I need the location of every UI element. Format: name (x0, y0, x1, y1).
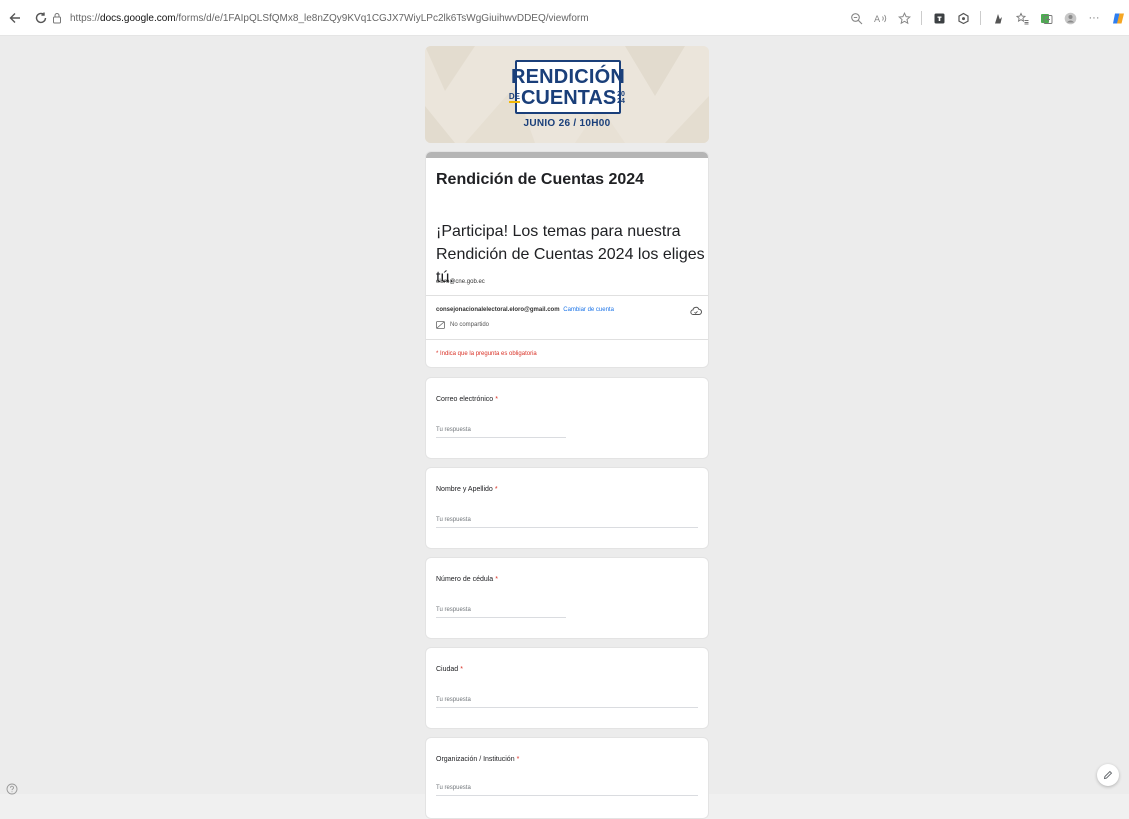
question-card-email: Correo electrónico * Tu respuesta (425, 377, 709, 459)
not-shared-icon (436, 320, 446, 329)
form-header-image: RENDICIÓN DE CUENTAS 20 24 JUNIO 26 / 10… (425, 46, 709, 143)
toolbar-icons: A ··· (849, 8, 1125, 28)
extension-icon-2[interactable] (956, 11, 970, 25)
toolbar-separator (980, 11, 981, 25)
required-star: * (495, 396, 498, 403)
not-shared-status: No compartido (436, 320, 489, 329)
zoom-icon[interactable] (849, 11, 863, 25)
extension-icon-3[interactable] (991, 11, 1005, 25)
url-host: docs.google.com (100, 12, 176, 24)
required-star: * (516, 756, 520, 763)
extension-icon[interactable] (932, 11, 946, 25)
question-label: Ciudad * (436, 666, 463, 673)
id-number-field[interactable]: Tu respuesta (436, 607, 566, 618)
form-title: Rendición de Cuentas 2024 (436, 171, 645, 188)
question-card-city: Ciudad * Tu respuesta (425, 647, 709, 729)
browser-toolbar: https://docs.google.com/forms/d/e/1FAIpQ… (0, 0, 1129, 36)
question-label: Número de cédula * (436, 576, 498, 583)
required-star: * (494, 486, 498, 493)
city-field[interactable]: Tu respuesta (436, 697, 698, 708)
collections-icon[interactable] (1039, 11, 1053, 25)
owner-email: eloro@cne.gob.ec (436, 279, 485, 285)
question-label: Nombre y Apellido * (436, 486, 498, 493)
question-label-text: Ciudad (436, 666, 459, 673)
question-label: Correo electrónico * (436, 396, 498, 403)
more-icon[interactable]: ··· (1087, 11, 1101, 25)
url-path: /forms/d/e/1FAIpQLSfQMx8_le8nZQy9KVq1CGJ… (175, 12, 589, 24)
question-label-text: Correo electrónico (436, 396, 494, 403)
logo-year-top: 20 (617, 90, 625, 98)
question-card-organization: Organización / Institución * Tu respuesta (425, 737, 709, 819)
favorites-icon[interactable] (1015, 11, 1029, 25)
pencil-icon (1103, 770, 1113, 780)
refresh-icon (35, 12, 47, 23)
read-aloud-icon[interactable]: A (873, 11, 887, 25)
divider (426, 339, 708, 340)
required-star: * (460, 666, 463, 673)
favorite-icon[interactable] (897, 11, 911, 25)
question-label-text: Nombre y Apellido (436, 486, 493, 493)
logo-year: 20 24 (617, 91, 627, 105)
logo-cuentas: CUENTAS (520, 86, 617, 109)
required-star: * (495, 576, 498, 583)
theme-bar (426, 152, 708, 158)
account-email: consejonacionalelectoral.eloro@gmail.com (436, 307, 560, 313)
address-bar[interactable]: https://docs.google.com/forms/d/e/1FAIpQ… (52, 6, 887, 30)
not-shared-label: No compartido (450, 321, 490, 328)
question-label: Organización / Institución * (436, 756, 519, 763)
back-arrow-icon (9, 12, 20, 23)
logo-year-bottom: 24 (617, 97, 625, 105)
edit-button[interactable] (1097, 764, 1119, 786)
account-info: consejonacionalelectoral.eloro@gmail.com… (436, 307, 614, 313)
logo-de: DE (508, 91, 520, 103)
lock-icon (52, 11, 66, 25)
toolbar-separator (921, 11, 922, 25)
form-page: RENDICIÓN DE CUENTAS 20 24 JUNIO 26 / 10… (0, 36, 1129, 819)
logo-line1: RENDICIÓN (510, 65, 626, 88)
help-icon[interactable] (6, 782, 18, 795)
question-label-text: Número de cédula (436, 576, 494, 583)
question-card-name: Nombre y Apellido * Tu respuesta (425, 467, 709, 549)
divider (426, 295, 708, 296)
back-button[interactable] (4, 7, 26, 29)
question-card-id-number: Número de cédula * Tu respuesta (425, 557, 709, 639)
cloud-save-icon[interactable] (690, 304, 702, 316)
question-label-text: Organización / Institución (436, 756, 515, 763)
logo-line2: DE CUENTAS 20 24 (508, 86, 627, 109)
email-field[interactable]: Tu respuesta (436, 427, 566, 438)
form-header-card: Rendición de Cuentas 2024 ¡Participa! Lo… (425, 151, 709, 368)
profile-icon[interactable] (1063, 11, 1077, 25)
event-date: JUNIO 26 / 10H00 (523, 118, 611, 129)
refresh-button[interactable] (30, 7, 52, 29)
copilot-icon[interactable] (1111, 11, 1125, 25)
svg-text:A: A (874, 15, 881, 25)
url-scheme: https:// (70, 12, 101, 24)
required-note: * Indica que la pregunta es obligatoria (436, 351, 537, 357)
rendicion-logo: RENDICIÓN DE CUENTAS 20 24 (508, 60, 625, 114)
organization-field[interactable]: Tu respuesta (436, 785, 698, 796)
switch-account-link[interactable]: Cambiar de cuenta (563, 307, 614, 313)
name-field[interactable]: Tu respuesta (436, 517, 698, 528)
